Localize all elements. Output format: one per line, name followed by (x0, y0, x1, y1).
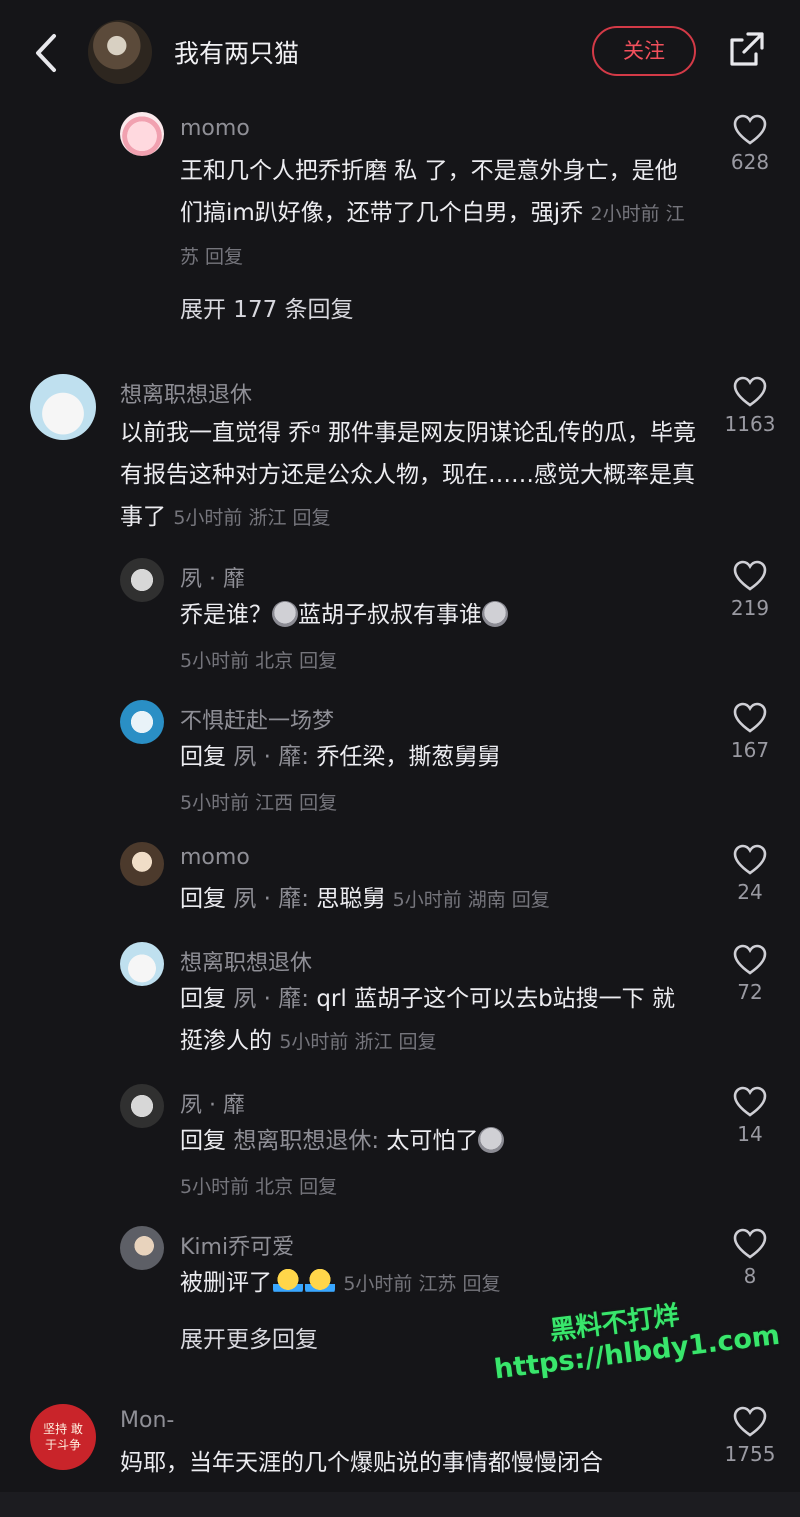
avatar[interactable]: 坚持 敢于斗争 (30, 1404, 96, 1470)
comment-meta[interactable]: 5小时前 浙江 回复 (173, 507, 330, 529)
like-button[interactable]: 24 (720, 844, 780, 904)
reply-body: 蓝胡子叔叔有事谁 (298, 602, 482, 628)
commenter-name[interactable]: momo (180, 116, 250, 141)
commenter-name[interactable]: 想离职想退休 (120, 377, 252, 409)
reply-prefix: 回复 (180, 1128, 226, 1154)
reply-body: 乔是谁？ (180, 602, 272, 628)
like-count: 628 (730, 150, 770, 174)
reply-to-name[interactable]: 夙 · 靡: (233, 886, 309, 912)
back-arrow-icon[interactable] (28, 30, 68, 76)
heart-icon (733, 1086, 767, 1117)
like-button[interactable]: 8 (720, 1228, 780, 1288)
reply-meta[interactable]: 5小时前 北京 回复 (180, 1172, 337, 1199)
like-count: 14 (737, 1122, 763, 1146)
follow-button[interactable]: 关注 (592, 26, 696, 76)
avatar-text: 坚持 敢于斗争 (43, 1422, 83, 1452)
reply-to-name[interactable]: 夙 · 靡: (233, 744, 309, 770)
like-button[interactable]: 72 (720, 944, 780, 1004)
emoji-icon (272, 601, 298, 627)
heart-icon (733, 1228, 767, 1259)
emoji-icon (478, 1127, 505, 1153)
top-bar: 我有两只猫 关注 (0, 0, 800, 105)
author-avatar[interactable] (88, 20, 152, 84)
like-button[interactable]: 167 (720, 702, 780, 762)
commenter-name[interactable]: Kimi乔可爱 (180, 1229, 294, 1261)
heart-icon (733, 560, 767, 591)
bottom-input-bar[interactable] (0, 1492, 800, 1517)
reply-text: 回复 夙 · 靡: 乔任梁，撕葱舅舅 (180, 736, 690, 778)
like-count: 1163 (724, 412, 776, 436)
commenter-name[interactable]: 不惧赶赴一场梦 (180, 703, 334, 735)
reply-body: 思聪舅 (316, 886, 386, 912)
like-count: 72 (737, 980, 763, 1004)
expand-replies-link[interactable]: 展开 177 条回复 (180, 290, 354, 324)
like-button[interactable]: 1755 (720, 1406, 780, 1466)
heart-icon (733, 114, 767, 145)
avatar[interactable] (120, 1084, 164, 1128)
commenter-name[interactable]: Mon- (120, 1408, 174, 1433)
reply-body: 太可怕了 (386, 1128, 479, 1154)
like-count: 24 (737, 880, 763, 904)
reply-text: 被删评了 5小时前 江苏 回复 (180, 1262, 690, 1305)
like-button[interactable]: 14 (720, 1086, 780, 1146)
crying-emoji-icon (273, 1269, 303, 1295)
like-count: 219 (730, 596, 770, 620)
crying-emoji-icon (305, 1269, 335, 1295)
share-icon[interactable] (726, 30, 766, 70)
reply-body: 被删评了 (180, 1270, 272, 1296)
reply-meta[interactable]: 5小时前 浙江 回复 (279, 1031, 436, 1053)
heart-icon (733, 844, 767, 875)
reply-meta[interactable]: 5小时前 北京 回复 (180, 646, 337, 673)
reply-meta[interactable]: 5小时前 湖南 回复 (393, 889, 550, 911)
like-button[interactable]: 1163 (720, 376, 780, 436)
reply-body: 乔任梁，撕葱舅舅 (316, 744, 501, 770)
avatar[interactable] (30, 374, 96, 440)
avatar[interactable] (120, 112, 164, 156)
avatar[interactable] (120, 842, 164, 886)
avatar[interactable] (120, 1226, 164, 1270)
heart-icon (733, 944, 767, 975)
reply-prefix: 回复 (180, 744, 226, 770)
heart-icon (733, 702, 767, 733)
reply-text: 回复 夙 · 靡: 思聪舅 5小时前 湖南 回复 (180, 878, 700, 921)
avatar[interactable] (120, 942, 164, 986)
commenter-name[interactable]: 想离职想退休 (180, 945, 312, 977)
reply-text: 回复 夙 · 靡: qrl 蓝胡子这个可以去b站搜一下 就挺渗人的 5小时前 浙… (180, 978, 690, 1063)
reply-to-name[interactable]: 想离职想退休: (233, 1128, 379, 1154)
page-title: 我有两只猫 (174, 39, 300, 68)
reply-prefix: 回复 (180, 886, 226, 912)
comment-text: 以前我一直觉得 乔ᵅ 那件事是网友阴谋论乱传的瓜，毕竟有报告这种对方还是公众人物… (120, 412, 700, 539)
like-count: 167 (730, 738, 770, 762)
reply-meta[interactable]: 5小时前 江西 回复 (180, 788, 337, 815)
heart-icon (733, 1406, 767, 1437)
emoji-icon (482, 601, 508, 627)
reply-text: 乔是谁？ 蓝胡子叔叔有事谁 (180, 594, 690, 636)
avatar[interactable] (120, 700, 164, 744)
reply-prefix: 回复 (180, 986, 226, 1012)
reply-meta[interactable]: 5小时前 江苏 回复 (343, 1273, 500, 1295)
reply-to-name[interactable]: 夙 · 靡: (233, 986, 309, 1012)
commenter-name[interactable]: 夙 · 靡 (180, 1087, 245, 1119)
avatar[interactable] (120, 558, 164, 602)
comment-text: 王和几个人把乔折磨 私 了，不是意外身亡，是他们搞im趴好像，还带了几个白男，强… (180, 150, 690, 278)
like-button[interactable]: 628 (720, 114, 780, 174)
expand-more-replies-link[interactable]: 展开更多回复 (180, 1320, 318, 1354)
heart-icon (733, 376, 767, 407)
like-button[interactable]: 219 (720, 560, 780, 620)
commenter-name[interactable]: 夙 · 靡 (180, 561, 245, 593)
comment-text: 妈耶，当年天涯的几个爆贴说的事情都慢慢闭合 (120, 1450, 603, 1476)
reply-text: 回复 想离职想退休: 太可怕了 (180, 1120, 690, 1162)
commenter-name[interactable]: momo (180, 845, 250, 870)
like-count: 1755 (724, 1442, 776, 1466)
